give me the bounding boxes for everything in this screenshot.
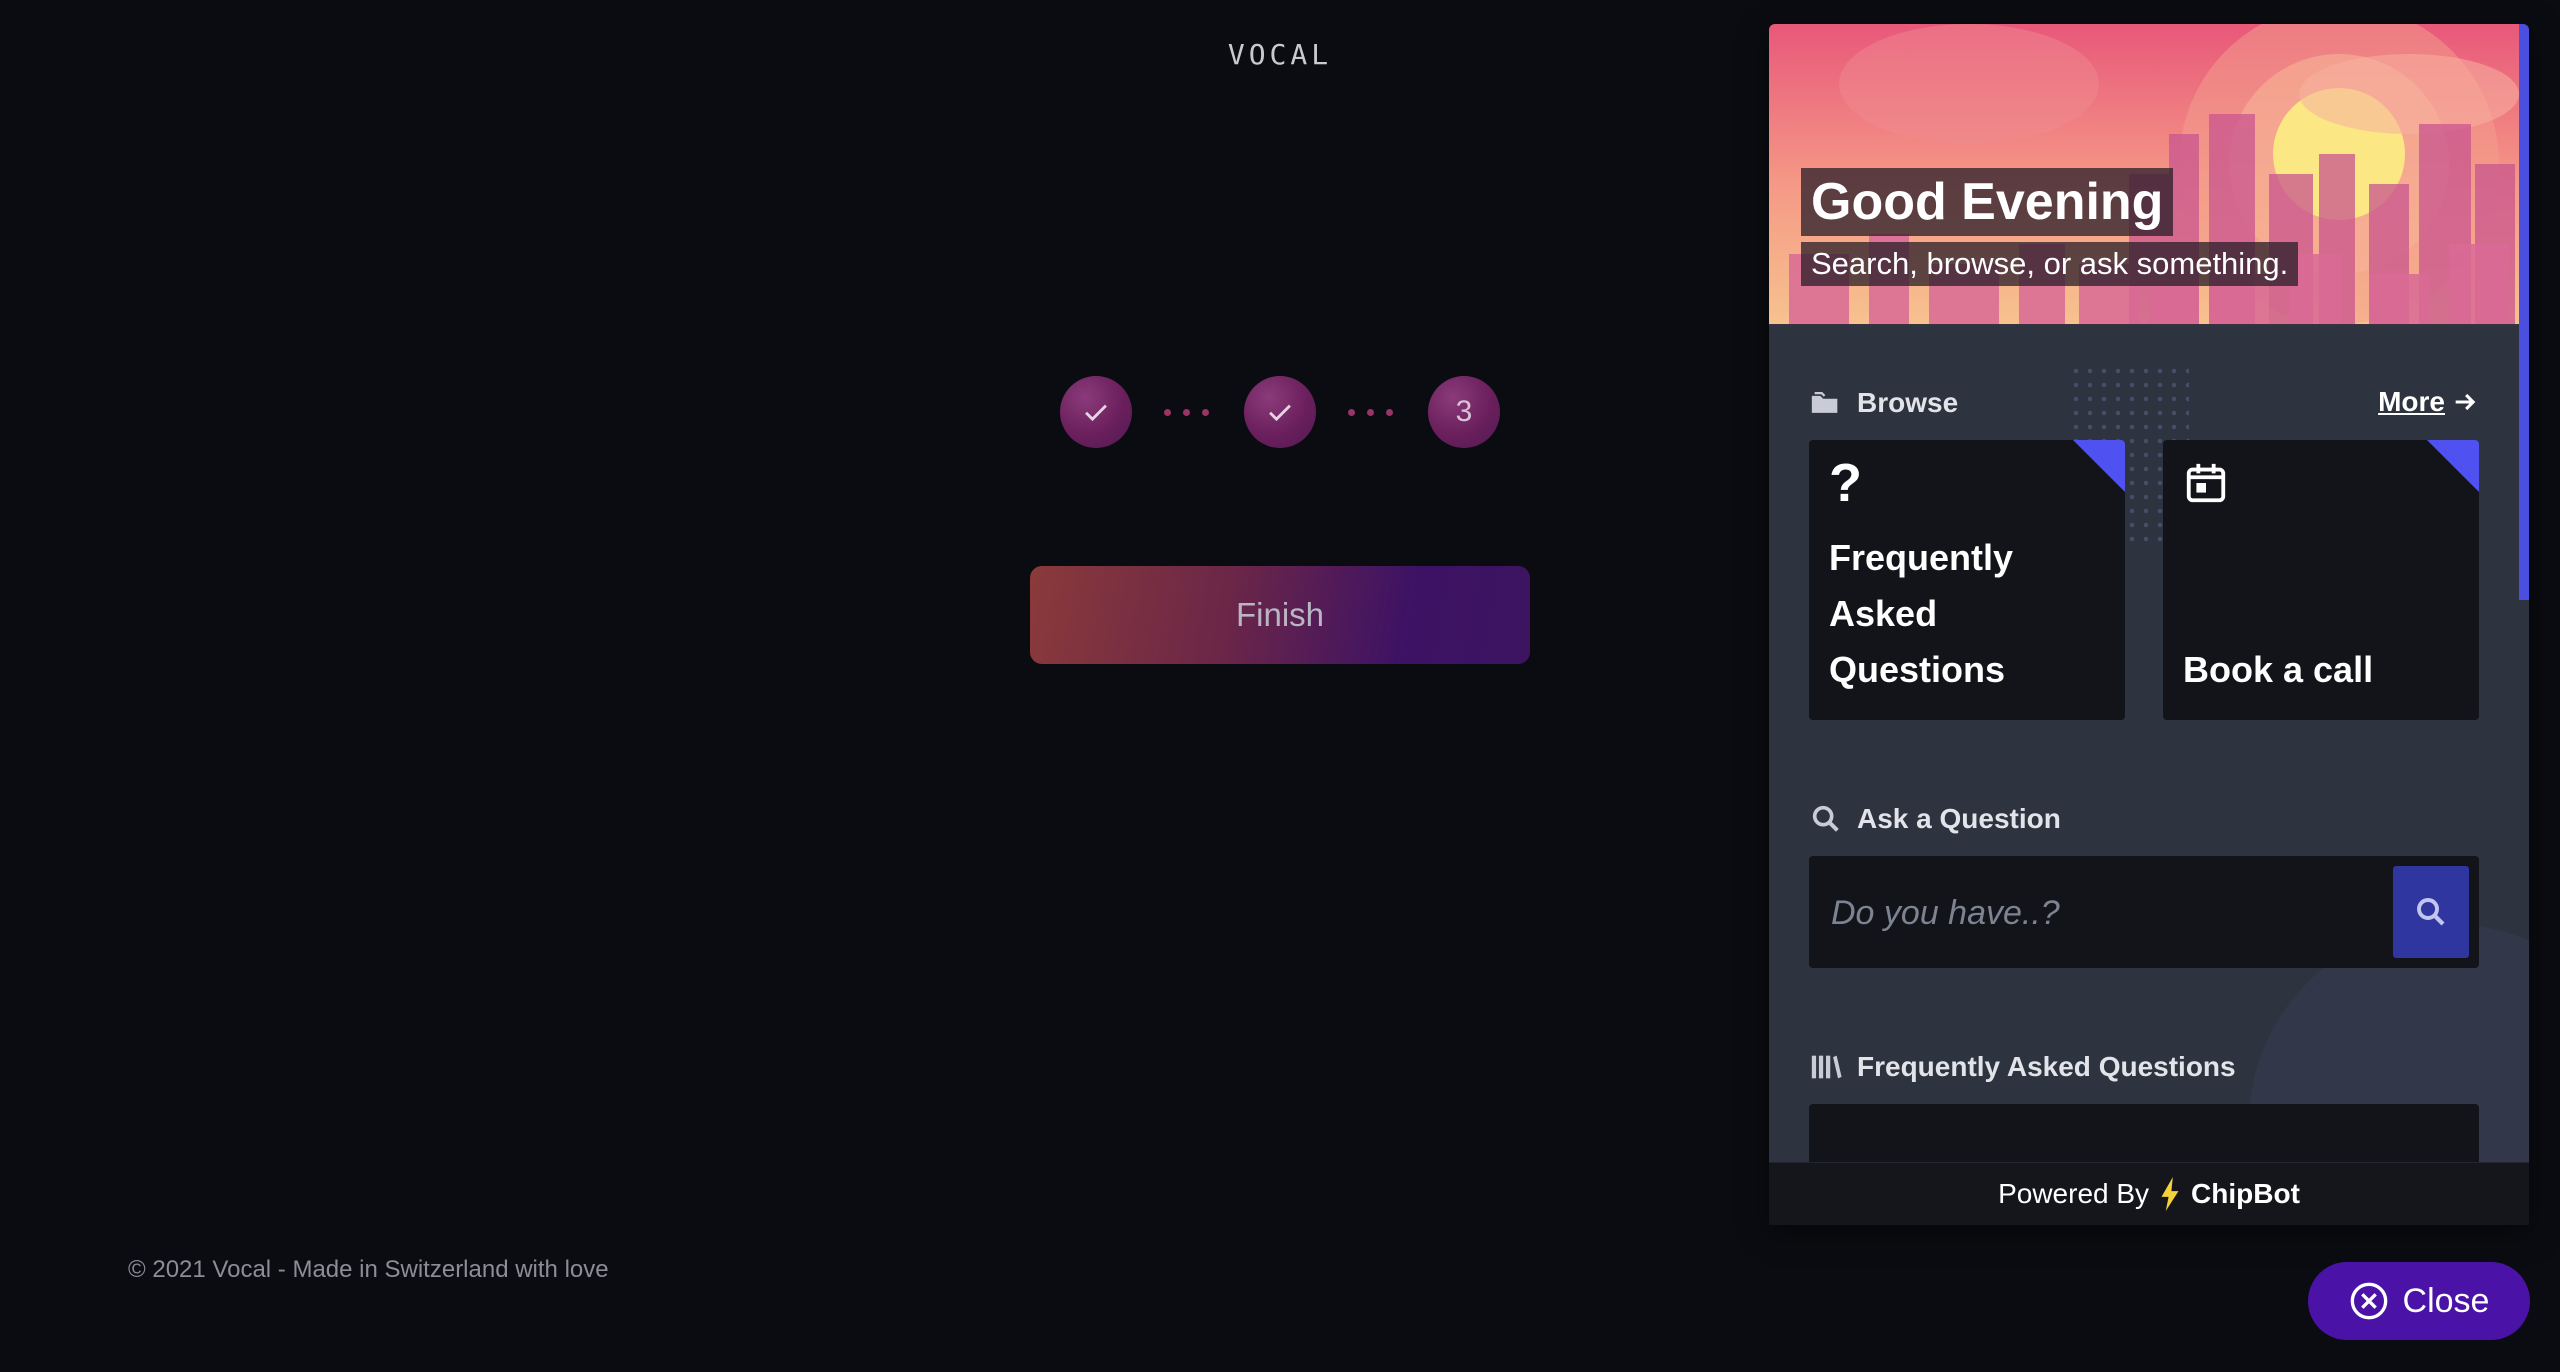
- ask-title: Ask a Question: [1857, 803, 2061, 834]
- progress-stepper: 3: [1060, 376, 1500, 450]
- step-connector: [1164, 409, 1209, 416]
- greeting-title: Good Evening: [1801, 168, 2174, 236]
- folder-icon: [1811, 391, 1838, 413]
- close-circle-icon: [2350, 1282, 2387, 1320]
- browse-header: Browse: [1809, 386, 1958, 420]
- more-link[interactable]: More: [2378, 386, 2479, 418]
- book-call-label: Book a call: [2183, 649, 2374, 690]
- search-icon: [2417, 898, 2445, 926]
- search-icon: [1812, 805, 1839, 832]
- close-button[interactable]: Close: [2308, 1262, 2530, 1340]
- panel-scrollbar[interactable]: [2519, 24, 2529, 600]
- step-1: [1060, 376, 1132, 448]
- app-logo[interactable]: VOCAL: [1180, 38, 1380, 71]
- ask-header: Ask a Question: [1809, 802, 2061, 836]
- question-input[interactable]: [1829, 876, 2373, 950]
- ask-question-box: [1809, 856, 2479, 968]
- step-connector: [1348, 409, 1393, 416]
- check-icon: [1269, 404, 1291, 422]
- books-icon: [1811, 1055, 1842, 1079]
- book-call-card[interactable]: Book a call: [2163, 440, 2479, 720]
- chipbot-brand: ChipBot: [2191, 1178, 2300, 1209]
- footer-copyright: © 2021 Vocal - Made in Switzerland with …: [128, 1256, 609, 1283]
- powered-by-label: Powered By: [1998, 1178, 2150, 1209]
- question-icon: ?: [1829, 453, 1862, 513]
- lightning-icon: [2161, 1177, 2179, 1211]
- faq-card[interactable]: ? Frequently Asked Questions: [1809, 440, 2125, 720]
- check-icon: [1085, 404, 1107, 422]
- finish-button[interactable]: Finish: [1030, 566, 1530, 664]
- greeting-subtitle: Search, browse, or ask something.: [1801, 242, 2299, 286]
- browse-title: Browse: [1857, 387, 1959, 418]
- step-2: [1244, 376, 1316, 448]
- card-corner-accent: [2073, 440, 2125, 492]
- faq-card-label: Frequently Asked Questions: [1829, 537, 2014, 690]
- close-label: Close: [2402, 1281, 2490, 1320]
- page: VOCAL 3 Finish © 2021 Vocal - Made in Sw…: [0, 0, 2560, 1372]
- more-label[interactable]: More: [2378, 386, 2445, 418]
- faq-title: Frequently Asked Questions: [1857, 1051, 2236, 1082]
- powered-by-bar[interactable]: Powered By ChipBot: [1769, 1162, 2529, 1225]
- hero-banner: Good Evening Search, browse, or ask some…: [1769, 24, 2521, 326]
- calendar-icon: [2186, 463, 2226, 503]
- step-number: 3: [1455, 395, 1473, 428]
- card-corner-accent: [2427, 440, 2479, 492]
- step-3: 3: [1428, 376, 1500, 448]
- faq-header: Frequently Asked Questions: [1809, 1050, 2236, 1084]
- arrow-right-icon: [2455, 393, 2476, 411]
- search-button[interactable]: [2393, 866, 2469, 958]
- chipbot-panel: Good Evening Search, browse, or ask some…: [1769, 24, 2529, 1224]
